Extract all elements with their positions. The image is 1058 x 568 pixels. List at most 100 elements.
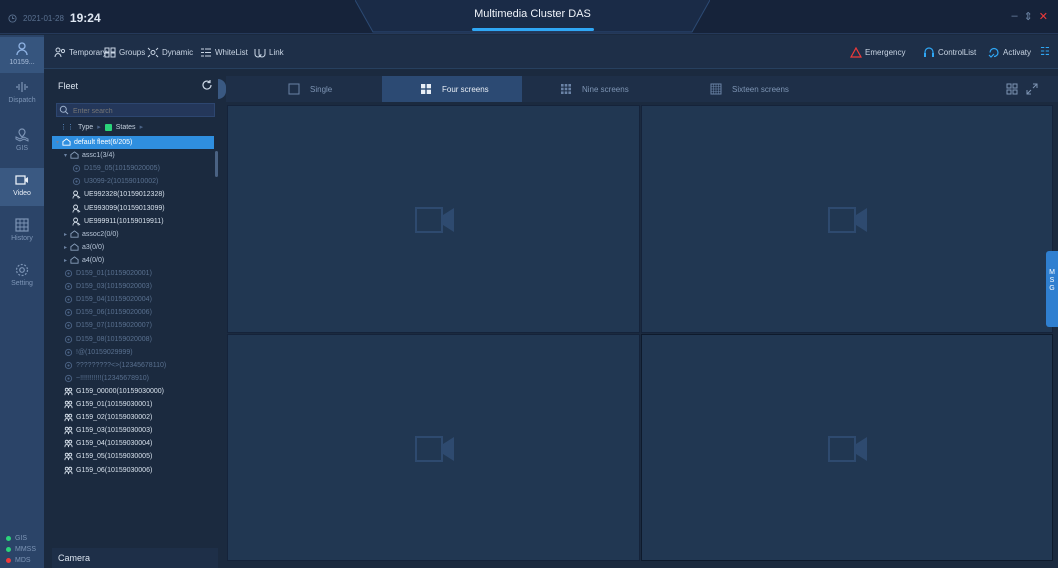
status-mmss: MMSS: [6, 546, 36, 553]
tree-node[interactable]: UE999911(10159019911): [72, 215, 164, 228]
tab-label: Four screens: [442, 84, 489, 94]
clock-time: 19:24: [69, 11, 101, 25]
camera-placeholder-icon: [828, 205, 868, 237]
layout-grid-icon[interactable]: [1006, 83, 1018, 95]
msg-side-tab[interactable]: MSG: [1046, 251, 1058, 327]
tree-node[interactable]: G159_06(10159030006): [64, 464, 152, 477]
emergency-button[interactable]: Emergency: [850, 47, 905, 58]
clock: 2021-01-28 19:24: [8, 11, 101, 25]
tab-nine-screens[interactable]: Nine screens: [522, 76, 672, 102]
tree-node[interactable]: ?????????<>(12345678110): [64, 359, 166, 372]
temporary-icon: [54, 47, 66, 58]
close-icon[interactable]: ✕: [1039, 10, 1048, 23]
tree-node[interactable]: D159_07(10159020007): [64, 319, 152, 332]
tree-node[interactable]: D159_05(10159020005): [72, 162, 160, 175]
activaty-button[interactable]: Activaty: [988, 47, 1031, 58]
clock-date: 2021-01-28: [23, 13, 64, 23]
rail-item-gis[interactable]: GIS: [0, 123, 44, 161]
rail-item-setting[interactable]: Setting: [0, 258, 44, 296]
toolbar: Temporary Groups Dynamic WhiteList Link Emer…: [44, 35, 1058, 69]
rail-item-video[interactable]: Video: [0, 168, 44, 206]
tab-single[interactable]: Single: [226, 76, 382, 102]
tree-node-gw-icon: [64, 426, 73, 435]
tree-node[interactable]: D159_08(10159020008): [64, 333, 152, 346]
video-pane[interactable]: [227, 333, 640, 561]
rail-item-label: Dispatch: [8, 97, 36, 104]
status-label: MDS: [15, 557, 31, 564]
tree-node[interactable]: ▸ assoc2(0/0): [64, 228, 119, 241]
tree-node[interactable]: UE993099(10159013099): [72, 202, 165, 215]
fleet-header: Fleet: [52, 73, 218, 99]
tree-node[interactable]: G159_03(10159030003): [64, 424, 152, 437]
dynamic-button[interactable]: Dynamic: [147, 47, 193, 58]
emergency-icon: [850, 47, 862, 58]
tree-node[interactable]: G159_04(10159030004): [64, 437, 152, 450]
tree-node-on-icon: [72, 217, 81, 226]
tree-node[interactable]: G159_00000(10159030000): [64, 385, 164, 398]
tree-node[interactable]: U3099-2(10159010002): [72, 175, 158, 188]
tree-expand-icon[interactable]: ▾: [56, 139, 59, 146]
camera-section[interactable]: Camera: [52, 548, 218, 568]
tree-node-gw-icon: [64, 400, 73, 409]
tree-node-label: D159_08(10159020008): [76, 335, 152, 343]
tree-expand-icon[interactable]: ▸: [64, 244, 67, 251]
rail-item-history[interactable]: History: [0, 213, 44, 251]
minimize-icon[interactable]: –: [1011, 10, 1017, 23]
tree-scrollbar[interactable]: [215, 151, 218, 177]
panel-collapse-handle[interactable]: [218, 79, 226, 99]
tab-four-screens[interactable]: Four screens: [382, 76, 522, 102]
video-pane[interactable]: [227, 105, 640, 333]
tree-node[interactable]: G159_05(10159030005): [64, 450, 152, 463]
tree-node-label: a4(0/0): [82, 256, 105, 264]
four-screens-layout-icon: [420, 83, 432, 95]
filter-type-icon: ⋮⋮: [60, 124, 74, 131]
tree-node[interactable]: G159_02(10159030002): [64, 411, 152, 424]
tree-node-off-icon: [72, 164, 81, 173]
tree-node[interactable]: ~!!!!!!!!!!!(12345678910): [64, 372, 149, 385]
controllist-button[interactable]: ControlList: [923, 47, 976, 58]
tree-node[interactable]: G159_01(10159030001): [64, 398, 152, 411]
tree-node[interactable]: D159_03(10159020003): [64, 280, 152, 293]
rail-item-label: GIS: [15, 145, 29, 152]
tree-node[interactable]: ▸ a4(0/0): [64, 254, 104, 267]
tree-node-label: G159_01(10159030001): [76, 401, 153, 408]
tab-label: Nine screens: [582, 84, 629, 94]
tree-node[interactable]: ▾ assc1(3/4): [64, 149, 115, 162]
tree-expand-icon[interactable]: ▸: [64, 257, 67, 264]
apps-menu-icon[interactable]: ☷: [1040, 45, 1050, 58]
video-pane[interactable]: [640, 333, 1053, 561]
video-pane[interactable]: [640, 105, 1053, 333]
filter-states[interactable]: States: [116, 124, 136, 131]
tree-node[interactable]: D159_04(10159020004): [64, 293, 152, 306]
status-label: GIS: [15, 535, 28, 542]
tree-node-label: U3099-2(10159010002): [84, 178, 159, 186]
fleet-title: Fleet: [58, 81, 79, 91]
fullscreen-icon[interactable]: [1026, 83, 1038, 95]
tree-node[interactable]: ▸ a3(0/0): [64, 241, 104, 254]
fleet-search-input[interactable]: [56, 103, 215, 117]
tree-node[interactable]: D159_06(10159020006): [64, 306, 152, 319]
tree-node[interactable]: !@(10159029999): [64, 346, 133, 359]
tree-expand-icon[interactable]: ▾: [64, 152, 67, 159]
refresh-icon[interactable]: [201, 79, 213, 91]
tree-node[interactable]: D159_01(10159020001): [64, 267, 152, 280]
restore-icon[interactable]: ⇕: [1024, 10, 1033, 23]
rail-item-label: Video: [13, 190, 31, 197]
tree-node[interactable]: ▾ default fleet(6/205): [56, 136, 132, 149]
tree-node[interactable]: UE992328(10159012328): [72, 188, 165, 201]
tree-node-label: !@(10159029999): [76, 348, 133, 356]
temporary-button[interactable]: Temporary: [54, 47, 107, 58]
tab-sixteen-screens[interactable]: Sixteen screens: [672, 76, 822, 102]
fleet-panel: Fleet ⋮⋮ Type ▸ States ▸ ▾ default fleet(…: [52, 73, 218, 568]
video-grid: [227, 105, 1054, 562]
groups-button[interactable]: Groups: [104, 47, 145, 58]
filter-type[interactable]: Type: [78, 124, 93, 131]
tree-node-label: G159_06(10159030006): [76, 466, 153, 474]
link-button[interactable]: Link: [254, 47, 284, 58]
tree-node-label: G159_03(10159030003): [76, 427, 153, 435]
tree-node-grp-icon: [70, 256, 79, 265]
user-profile[interactable]: 10159...: [0, 37, 44, 73]
tree-expand-icon[interactable]: ▸: [64, 231, 67, 238]
rail-item-dispatch[interactable]: Dispatch: [0, 75, 44, 113]
whitelist-button[interactable]: WhiteList: [200, 47, 248, 58]
